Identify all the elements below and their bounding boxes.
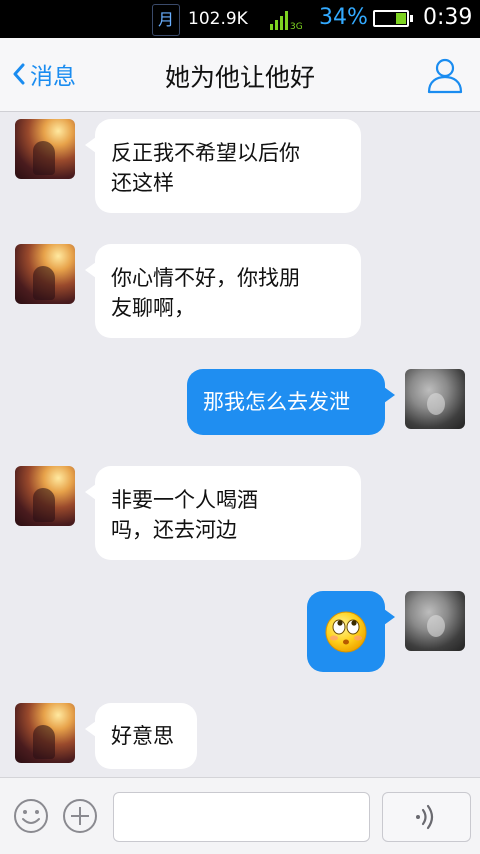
contact-avatar[interactable] [15,466,75,526]
page-title: 她为他让他好 [164,63,315,92]
person-icon[interactable] [426,56,464,94]
message-text-line: 你心情不好，你找朋 [111,266,300,290]
plus-icon[interactable] [62,798,98,834]
message-bubble-incoming[interactable]: 你心情不好，你找朋 友聊啊， [85,244,361,338]
clock: 0:39 [423,5,473,30]
smiley-icon[interactable] [13,798,49,834]
nav-bar: 消息 她为他让他好 [0,38,480,112]
input-bar [0,777,480,854]
contact-avatar[interactable] [15,703,75,763]
message-bubble-incoming[interactable]: 非要一个人喝酒 吗，还去河边 [85,466,361,560]
message-text-line: 友聊啊， [111,296,195,320]
battery-percent: 34% [319,5,368,30]
battery-icon [373,10,413,27]
status-bar: 月 102.9K 3G 34% 0:39 [0,0,480,38]
voice-icon [416,804,434,830]
message-text-line: 那我怎么去发泄 [203,390,350,414]
net-speed: 102.9K [188,9,248,29]
voice-button[interactable] [382,792,471,842]
message-bubble-incoming[interactable]: 反正我不希望以后你 还这样 [85,119,361,213]
message-text-line: 反正我不希望以后你 [111,141,300,165]
message-input[interactable] [113,792,370,842]
message-text-line: 好意思 [111,724,174,748]
signal-icon: 3G [270,11,302,30]
user-avatar[interactable] [405,369,465,429]
contact-avatar[interactable] [15,244,75,304]
contact-avatar[interactable] [15,119,75,179]
message-bubble-outgoing[interactable] [307,591,395,672]
message-bubble-outgoing[interactable]: 那我怎么去发泄 [187,369,395,435]
user-avatar[interactable] [405,591,465,651]
message-bubble-incoming[interactable]: 好意思 [85,703,197,769]
chat-area[interactable]: 反正我不希望以后你 还这样 你心情不好，你找朋 友聊啊， 那我怎么去发泄 非要一… [0,112,480,777]
network-type-label: 3G [290,22,302,30]
message-text-line: 还这样 [111,171,174,195]
message-text-line: 非要一个人喝酒 [111,488,258,512]
calendar-icon: 月 [152,4,180,36]
message-text-line: 吗，还去河边 [111,518,237,542]
rolling-eyes-emoji [325,611,367,653]
